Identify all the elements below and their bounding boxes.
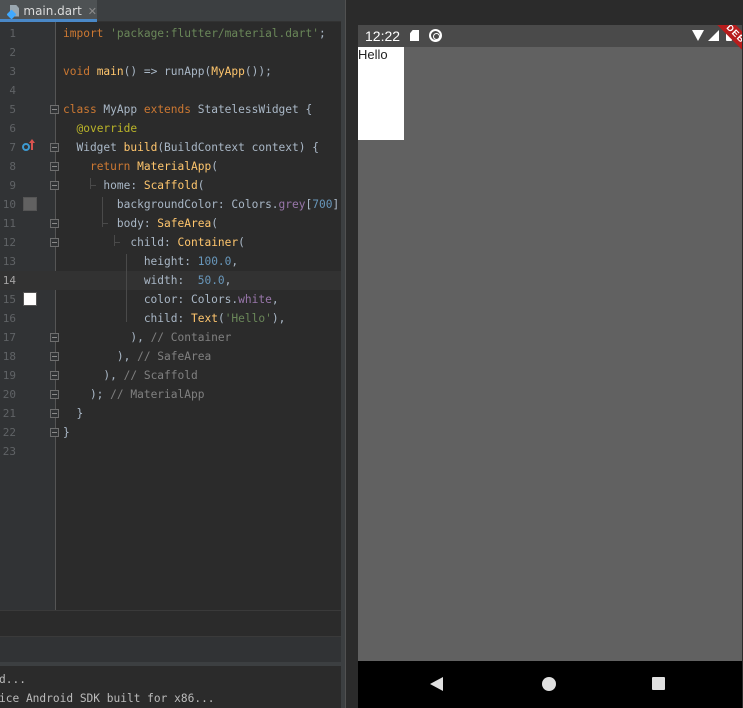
line-number: 20 (2, 388, 16, 401)
code-line[interactable]: 10 backgroundColor: Colors.grey[700], (0, 195, 346, 214)
code-text: backgroundColor: Colors.grey[700], (63, 198, 346, 211)
line-number: 16 (2, 312, 16, 325)
android-emulator-screen: 12:22 DEBUG Hello (358, 25, 742, 708)
code-text: import 'package:flutter/material.dart'; (63, 27, 326, 40)
indent-guide-hook (102, 223, 108, 224)
override-marker-icon[interactable] (22, 139, 36, 153)
code-text: height: 100.0, (63, 255, 239, 268)
line-number: 21 (2, 407, 16, 420)
run-console: d... ice Android SDK built for x86... (0, 662, 341, 708)
recents-button-icon[interactable] (652, 677, 665, 690)
code-line[interactable]: 15 color: Colors.white, (0, 290, 341, 309)
line-number: 22 (2, 426, 16, 439)
fold-toggle-icon[interactable] (50, 333, 59, 342)
sd-card-icon (410, 30, 419, 41)
line-number: 10 (2, 198, 16, 211)
line-number: 17 (2, 331, 16, 344)
code-text: Widget build(BuildContext context) { (63, 141, 319, 154)
code-text: } (63, 426, 70, 439)
code-text: class MyApp extends StatelessWidget { (63, 103, 313, 116)
code-text: width: 50.0, (63, 274, 232, 287)
code-line[interactable]: 2 (0, 43, 341, 62)
fold-toggle-icon[interactable] (50, 238, 59, 247)
fold-toggle-icon[interactable] (50, 371, 59, 380)
indent-guide (90, 178, 91, 189)
console-line: ice Android SDK built for x86... (0, 692, 215, 705)
fold-toggle-icon[interactable] (50, 162, 59, 171)
code-line[interactable]: 23 (0, 442, 341, 461)
line-number: 14 (2, 274, 16, 287)
code-text: void main() => runApp(MyApp()); (63, 65, 272, 78)
line-number: 6 (9, 122, 16, 135)
android-nav-bar (358, 661, 742, 708)
line-number: 9 (9, 179, 16, 192)
code-text: ), // Scaffold (63, 369, 198, 382)
hello-text: Hello (358, 47, 388, 62)
line-number: 23 (2, 445, 16, 458)
dart-file-icon (6, 4, 19, 19)
code-text: color: Colors.white, (63, 293, 279, 306)
android-status-bar: 12:22 (358, 25, 742, 47)
fold-toggle-icon[interactable] (50, 219, 59, 228)
code-line[interactable]: 14 width: 50.0, (0, 271, 341, 290)
line-number: 5 (9, 103, 16, 116)
tab-filename: main.dart (23, 4, 82, 18)
fold-toggle-icon[interactable] (50, 143, 59, 152)
line-number: 13 (2, 255, 16, 268)
indent-guide (126, 254, 127, 322)
wifi-icon (692, 30, 704, 41)
code-text: ), // SafeArea (63, 350, 212, 363)
code-line[interactable]: 13 height: 100.0, (0, 252, 341, 271)
line-number: 7 (9, 141, 16, 154)
code-line[interactable]: 4 (0, 81, 341, 100)
code-text: ), // Container (63, 331, 232, 344)
tab-close-icon[interactable]: ✕ (88, 5, 97, 18)
line-number: 18 (2, 350, 16, 363)
fold-toggle-icon[interactable] (50, 390, 59, 399)
line-number: 8 (9, 160, 16, 173)
horizontal-scroll-area[interactable] (0, 610, 341, 636)
home-button-icon[interactable] (542, 677, 556, 691)
editor-breadcrumb-strip (0, 636, 341, 662)
line-number: 4 (9, 84, 16, 97)
indent-guide-hook (114, 242, 120, 243)
code-text: child: Container( (63, 236, 245, 249)
code-text: home: Scaffold( (63, 179, 205, 192)
fold-toggle-icon[interactable] (50, 105, 59, 114)
status-clock: 12:22 (365, 28, 401, 44)
line-number: 1 (9, 27, 16, 40)
fold-toggle-icon[interactable] (50, 428, 59, 437)
line-number: 11 (2, 217, 16, 230)
line-number: 15 (2, 293, 16, 306)
code-line[interactable]: 6 @override (0, 119, 341, 138)
code-text: @override (76, 122, 138, 135)
line-number: 19 (2, 369, 16, 382)
code-text: ); // MaterialApp (63, 388, 205, 401)
line-number: 3 (9, 65, 16, 78)
color-swatch-icon[interactable] (23, 197, 37, 211)
console-line: d... (0, 673, 26, 686)
code-line[interactable]: 1 import 'package:flutter/material.dart'; (0, 24, 341, 43)
code-text: return MaterialApp( (89, 160, 218, 173)
back-button-icon[interactable] (430, 677, 443, 691)
white-container: Hello (358, 47, 404, 140)
code-editor-pane: main.dart ✕ 1 import 'package:flutter/mat… (0, 0, 346, 708)
line-number: 12 (2, 236, 16, 249)
code-text: child: Text('Hello'), (143, 312, 286, 325)
fold-toggle-icon[interactable] (50, 181, 59, 190)
fold-toggle-icon[interactable] (50, 352, 59, 361)
indent-guide-hook (90, 185, 96, 186)
tab-main-dart[interactable]: main.dart ✕ (0, 0, 97, 22)
code-text: } (63, 407, 84, 420)
code-line[interactable]: 16 child: Text('Hello'), (0, 309, 341, 328)
fold-toggle-icon[interactable] (50, 409, 59, 418)
code-line[interactable]: 3 void main() => runApp(MyApp()); (0, 62, 341, 81)
sync-icon (429, 29, 442, 42)
cell-signal-icon (708, 30, 719, 41)
indent-guide (114, 235, 115, 246)
line-number: 2 (9, 46, 16, 59)
code-text: body: SafeArea( (63, 217, 218, 230)
color-swatch-icon[interactable] (23, 292, 37, 306)
editor-tab-bar: main.dart ✕ (0, 0, 341, 22)
